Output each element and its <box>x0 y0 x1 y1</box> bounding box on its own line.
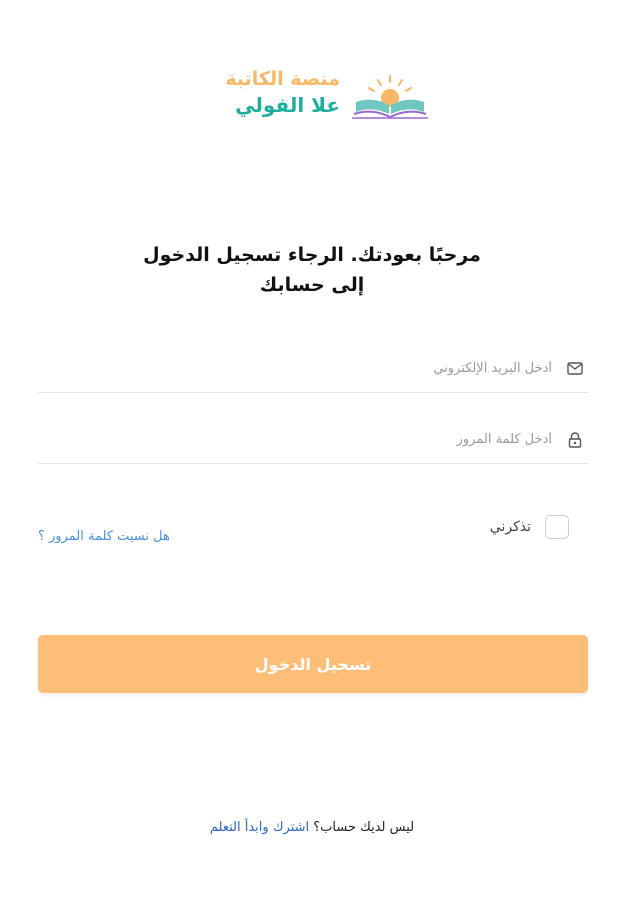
lock-icon <box>562 431 588 448</box>
logo-title-line1: منصة الكاتبة <box>225 68 340 90</box>
password-field <box>38 416 588 464</box>
welcome-heading-line1: مرحبًا بعودتك. الرجاء تسجيل الدخول <box>143 244 481 266</box>
signup-prompt-text: ليس لديك حساب؟ <box>313 820 415 835</box>
welcome-heading-line2: إلى حسابك <box>259 274 365 296</box>
login-page: منصة الكاتبة علا الفولي مرحبًا بعودتك. ا… <box>0 0 624 900</box>
logo-title-line2: علا الفولي <box>235 93 340 117</box>
email-input[interactable] <box>82 353 562 384</box>
book-logo-icon <box>352 75 428 119</box>
remember-checkbox[interactable] <box>545 515 569 539</box>
password-input[interactable] <box>82 424 562 455</box>
welcome-heading: مرحبًا بعودتك. الرجاء تسجيل الدخول إلى ح… <box>60 240 564 300</box>
login-button[interactable]: تسجيل الدخول <box>38 635 588 693</box>
logo-text: منصة الكاتبة علا الفولي <box>225 66 340 118</box>
remember-label: تذكرني <box>489 519 531 535</box>
mail-icon <box>562 362 588 375</box>
email-field <box>38 345 588 393</box>
signup-prompt: ليس لديك حساب؟ اشترك وابدأ التعلم <box>0 820 624 835</box>
forgot-password-link[interactable]: هل نسيت كلمة المرور ؟ <box>38 529 170 544</box>
remember-me[interactable]: تذكرني <box>490 515 569 539</box>
signup-link[interactable]: اشترك وابدأ التعلم <box>210 820 309 835</box>
brand-logo: منصة الكاتبة علا الفولي <box>200 62 440 132</box>
